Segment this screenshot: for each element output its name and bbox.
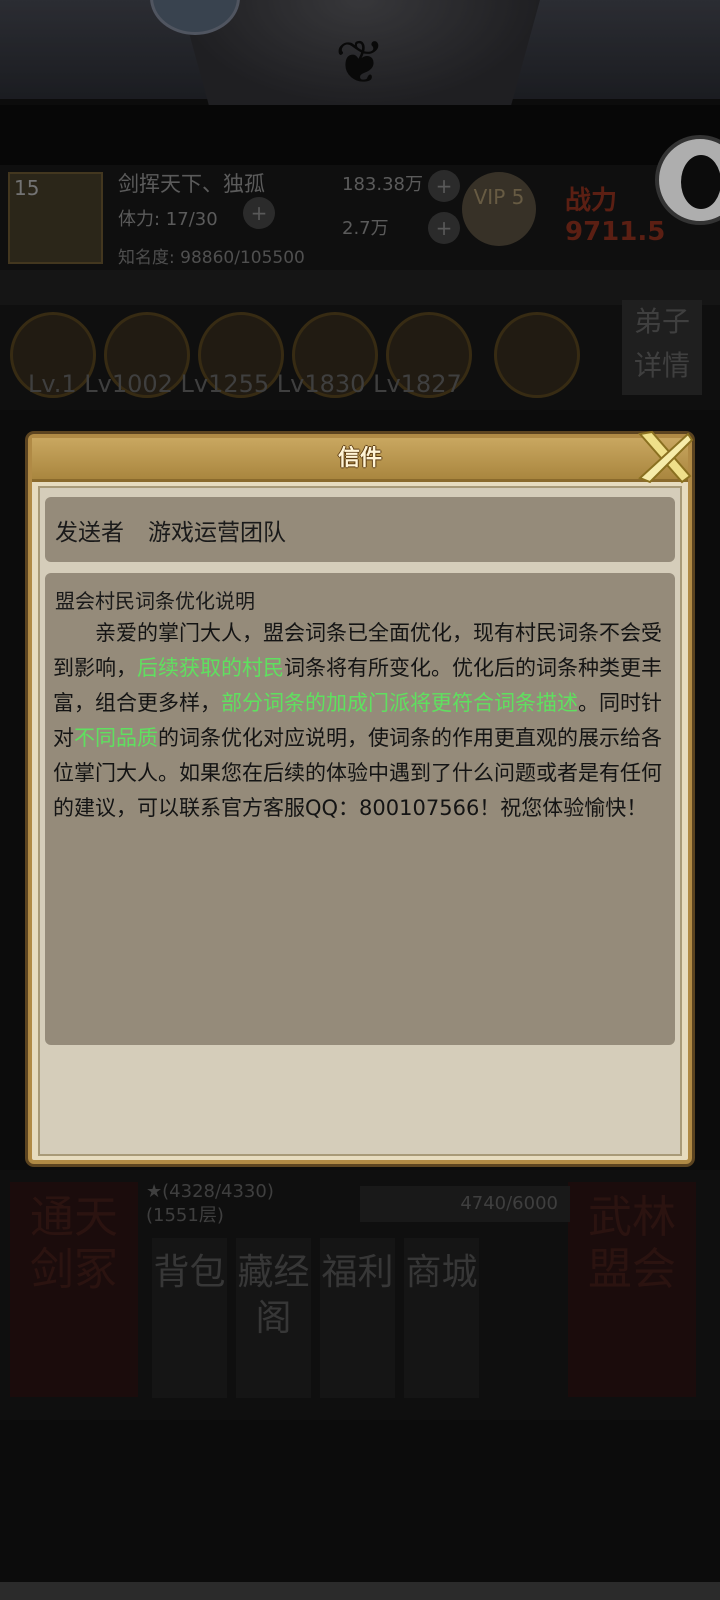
mail-highlight: 后续获取的村民	[137, 656, 284, 680]
close-icon	[638, 430, 694, 484]
mail-body: 亲爱的掌门大人，盟会词条已全面优化，现有村民词条不会受到影响，后续获取的村民词条…	[53, 616, 671, 826]
sender-panel	[45, 497, 675, 562]
mail-subject: 盟会村民词条优化说明	[55, 589, 255, 613]
close-button[interactable]	[632, 428, 696, 486]
game-screen: ❦ 15 剑挥天下、独孤 体力: 17/30 知名度: 98860/105500…	[0, 0, 720, 1600]
dialog-header: 信件	[32, 438, 688, 482]
sender-value: 游戏运营团队	[148, 520, 286, 546]
mail-highlight: 部分词条的加成门派将更符合词条描述	[221, 691, 578, 715]
sender-label: 发送者	[55, 520, 124, 546]
mail-highlight: 不同品质	[74, 726, 158, 750]
dialog-title: 信件	[337, 446, 382, 471]
